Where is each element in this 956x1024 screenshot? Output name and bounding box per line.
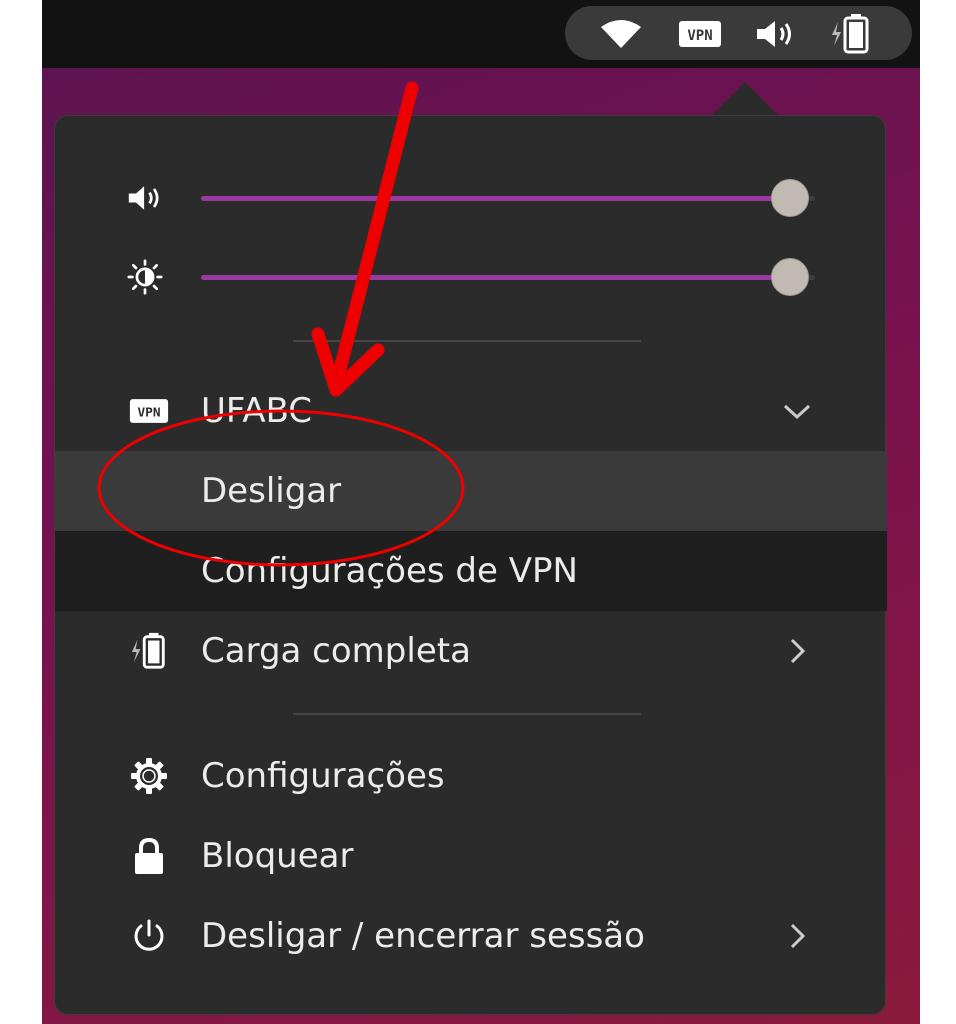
vpn-name: UFABC (201, 391, 313, 431)
lock-label: Bloquear (201, 836, 354, 876)
top-bar: VPN (42, 0, 920, 68)
battery-charging-icon (129, 632, 169, 669)
lock-menu-item[interactable]: Bloquear (55, 816, 887, 896)
vpn-badge-text: VPN (138, 404, 161, 419)
system-menu: VPN UFABC Desligar Configurações de VPN (54, 115, 887, 1015)
brightness-slider-row (55, 247, 887, 307)
brightness-slider[interactable] (201, 258, 815, 296)
gear-icon (129, 758, 169, 794)
system-tray[interactable]: VPN (565, 6, 912, 60)
battery-label: Carga completa (201, 631, 471, 671)
power-menu-item[interactable]: Desligar / encerrar sessão (55, 896, 887, 976)
menu-pointer (711, 82, 779, 116)
desktop-screen: VPN VPN UFABC Desligar Configurações de … (42, 0, 920, 1024)
vpn-menu-item[interactable]: VPN UFABC (55, 371, 887, 451)
lock-icon (129, 837, 169, 874)
power-icon (129, 918, 169, 954)
battery-charging-icon (827, 14, 875, 54)
brightness-icon (127, 259, 163, 295)
vpn-icon: VPN (129, 393, 169, 429)
chevron-right-icon (779, 633, 815, 669)
settings-label: Configurações (201, 756, 445, 796)
volume-slider-handle[interactable] (771, 179, 810, 217)
separator (293, 340, 641, 342)
volume-slider-row (55, 168, 887, 228)
vpn-settings-label: Configurações de VPN (201, 551, 578, 591)
chevron-right-icon (779, 918, 815, 954)
chevron-down-icon[interactable] (779, 393, 815, 429)
battery-menu-item[interactable]: Carga completa (55, 611, 887, 691)
brightness-slider-handle[interactable] (771, 258, 810, 296)
settings-menu-item[interactable]: Configurações (55, 736, 887, 816)
volume-icon (127, 180, 163, 216)
vpn-badge-text: VPN (687, 28, 712, 44)
wifi-icon (599, 18, 643, 50)
vpn-settings-item[interactable]: Configurações de VPN (55, 531, 887, 611)
vpn-disconnect-item[interactable]: Desligar (55, 451, 887, 531)
separator (293, 713, 641, 715)
volume-slider-fill (201, 196, 791, 201)
vpn-icon: VPN (677, 18, 723, 50)
power-label: Desligar / encerrar sessão (201, 916, 645, 956)
volume-icon (753, 18, 799, 50)
vpn-disconnect-label: Desligar (201, 471, 342, 511)
volume-slider[interactable] (201, 179, 815, 217)
brightness-slider-fill (201, 275, 791, 280)
